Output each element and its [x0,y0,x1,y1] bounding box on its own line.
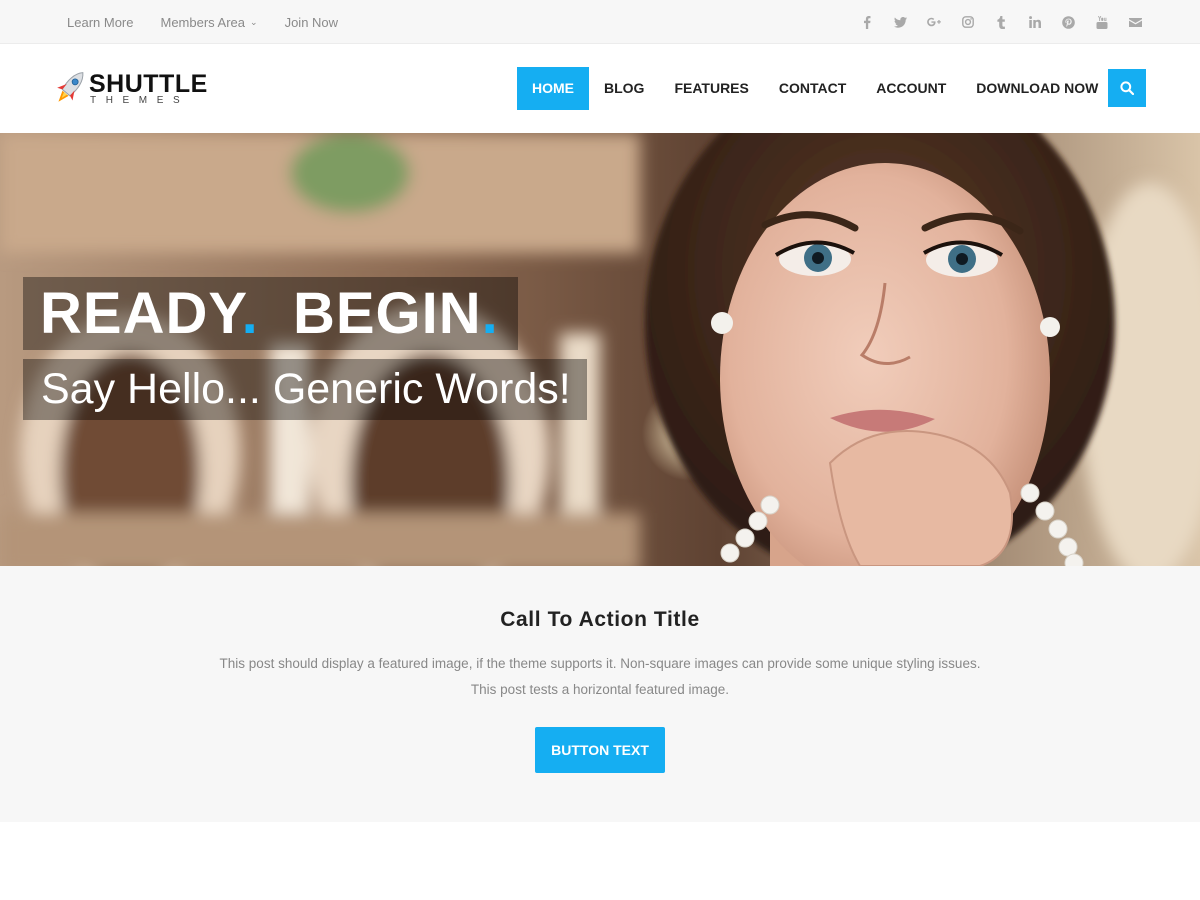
main-nav: HOME BLOG FEATURES CONTACT ACCOUNT DOWNL… [517,67,1113,110]
nav-item-features[interactable]: FEATURES [659,67,763,110]
cta-text: This post should display a featured imag… [0,651,1200,703]
tumblr-icon[interactable] [994,15,1008,29]
search-icon [1120,81,1134,95]
hero-title-box: READY. BEGIN. [23,277,518,350]
email-icon[interactable] [1128,15,1142,29]
cta-text-line: This post tests a horizontal featured im… [470,682,730,697]
call-to-action-section: Call To Action Title This post should di… [0,566,1200,822]
facebook-icon[interactable] [860,15,874,29]
hero-title-word-begin: BEGIN [292,281,482,346]
cta-title: Call To Action Title [500,608,700,631]
hero-subtitle-box: Say Hello... Generic Words! [23,359,587,420]
nav-item-blog[interactable]: BLOG [589,67,659,110]
social-links [841,0,1143,44]
top-link-label: Join Now [284,14,339,30]
cta-text-line: This post should display a featured imag… [219,656,981,671]
hero-title-dot: . [481,281,499,346]
top-link-label: Members Area [160,14,246,30]
hero-title: READY. BEGIN. [40,280,499,347]
logo-subtitle: THEMES [90,95,190,106]
nav-item-contact[interactable]: CONTACT [764,67,861,110]
site-header: SHUTTLE THEMES HOME BLOG FEATURES CONTAC… [0,44,1200,133]
cta-button[interactable]: BUTTON TEXT [535,727,665,773]
hero-title-word-ready: READY [40,281,242,346]
hero-subtitle: Say Hello... Generic Words! [41,365,571,413]
top-bar: Learn More Members Area ⌄ Join Now [0,0,1200,44]
google-plus-icon[interactable] [927,15,941,29]
top-link-learn-more[interactable]: Learn More [67,15,133,30]
logo-name: SHUTTLE [89,70,208,98]
nav-item-account[interactable]: ACCOUNT [861,67,961,110]
twitter-icon[interactable] [894,15,908,29]
nav-item-download-now[interactable]: DOWNLOAD NOW [961,67,1113,110]
youtube-icon[interactable] [1095,15,1109,29]
site-logo[interactable]: SHUTTLE THEMES [52,66,222,112]
top-link-label: Learn More [67,14,134,30]
top-link-join-now[interactable]: Join Now [285,15,338,30]
nav-item-home[interactable]: HOME [517,67,589,110]
hero-section: READY. BEGIN. Say Hello... Generic Words… [0,133,1200,566]
chevron-down-icon: ⌄ [250,16,258,27]
top-links: Learn More Members Area ⌄ Join Now [67,0,365,44]
top-link-members-area[interactable]: Members Area ⌄ [160,15,257,30]
linkedin-icon[interactable] [1028,15,1042,29]
instagram-icon[interactable] [961,15,975,29]
pinterest-icon[interactable] [1061,15,1075,29]
hero-title-dot: . [241,281,259,346]
search-button[interactable] [1108,69,1146,107]
rocket-icon [57,72,84,102]
